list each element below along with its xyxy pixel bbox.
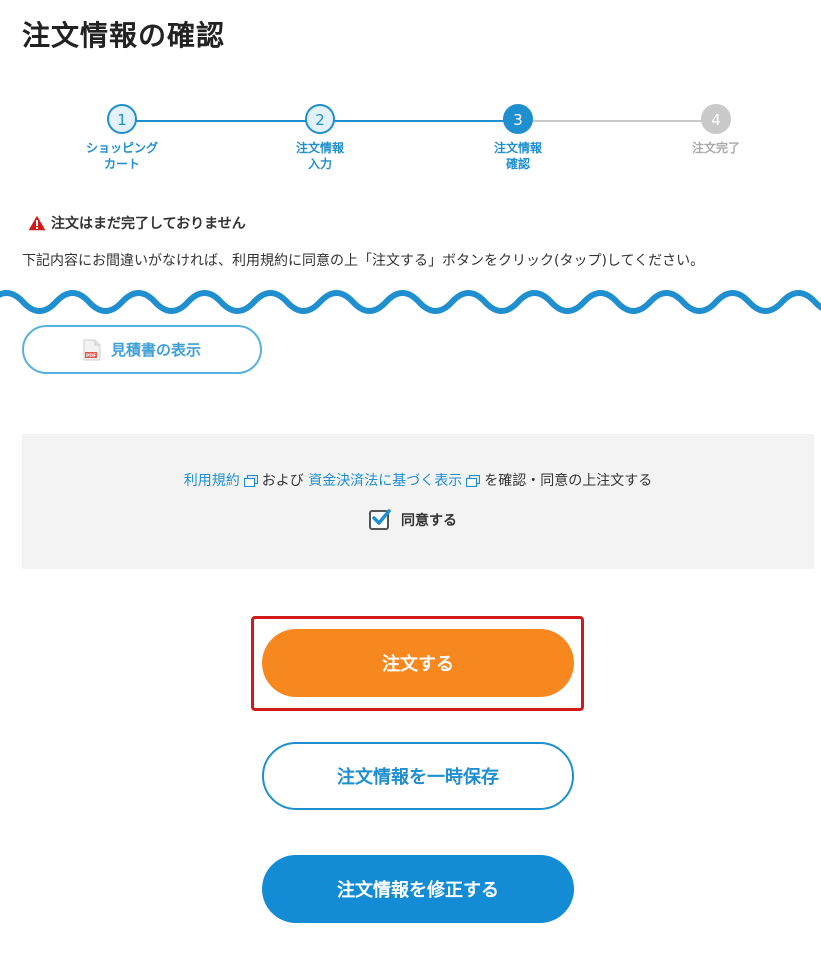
step-label: 注文情報 確認 xyxy=(493,141,542,171)
external-window-icon xyxy=(243,475,258,487)
save-draft-button[interactable]: 注文情報を一時保存 xyxy=(262,742,574,810)
edit-order-button[interactable]: 注文情報を修正する xyxy=(262,855,574,923)
place-order-button[interactable]: 注文する xyxy=(262,629,574,697)
view-estimate-label: 見積書の表示 xyxy=(110,341,201,359)
step-number: 1 xyxy=(107,104,137,134)
step-label: 注文情報 入力 xyxy=(295,141,344,171)
checkmark-icon xyxy=(372,509,391,525)
agree-checkbox[interactable] xyxy=(369,509,391,530)
progress-stepper: 1 ショッピング カート 2 注文情報 入力 3 注文情報 確認 4 注文完了 xyxy=(0,100,821,190)
step-number: 4 xyxy=(701,104,731,134)
and-text: および xyxy=(261,473,304,489)
warning-notice: 注文はまだ完了しておりません xyxy=(28,213,246,233)
terms-link[interactable]: 利用規約 xyxy=(184,473,240,489)
agreement-panel: 利用規約 および 資金決済法に基づく表示 を確認・同意の上注文する 同意する xyxy=(22,434,814,569)
wave-divider xyxy=(0,290,821,314)
step-order-confirm: 3 注文情報 確認 xyxy=(458,104,578,172)
external-window-icon xyxy=(466,475,481,487)
step-label: 注文完了 xyxy=(691,141,740,155)
step-number: 2 xyxy=(305,104,335,134)
warning-text: 注文はまだ完了しておりません xyxy=(51,216,246,232)
agree-checkbox-label: 同意する xyxy=(401,513,457,529)
step-order-input: 2 注文情報 入力 xyxy=(260,104,380,172)
agree-checkbox-row[interactable]: 同意する xyxy=(369,509,457,530)
instruction-text: 下記内容にお間違いがなければ、利用規約に同意の上「注文する」ボタンをクリック(タ… xyxy=(22,253,705,269)
page-title: 注文情報の確認 xyxy=(22,19,226,52)
pdf-icon-text: PDF xyxy=(86,353,96,359)
step-shopping-cart: 1 ショッピング カート xyxy=(62,104,182,172)
payment-law-link[interactable]: 資金決済法に基づく表示 xyxy=(308,473,462,489)
pdf-file-icon: PDF xyxy=(83,339,101,360)
step-order-complete: 4 注文完了 xyxy=(656,104,776,156)
warning-icon xyxy=(28,215,46,231)
view-estimate-button[interactable]: PDF 見積書の表示 xyxy=(22,325,262,374)
agreement-suffix-text: を確認・同意の上注文する xyxy=(484,473,653,489)
step-number: 3 xyxy=(503,104,533,134)
step-label: ショッピング カート xyxy=(85,141,158,171)
agreement-text: 利用規約 および 資金決済法に基づく表示 を確認・同意の上注文する xyxy=(22,470,814,490)
